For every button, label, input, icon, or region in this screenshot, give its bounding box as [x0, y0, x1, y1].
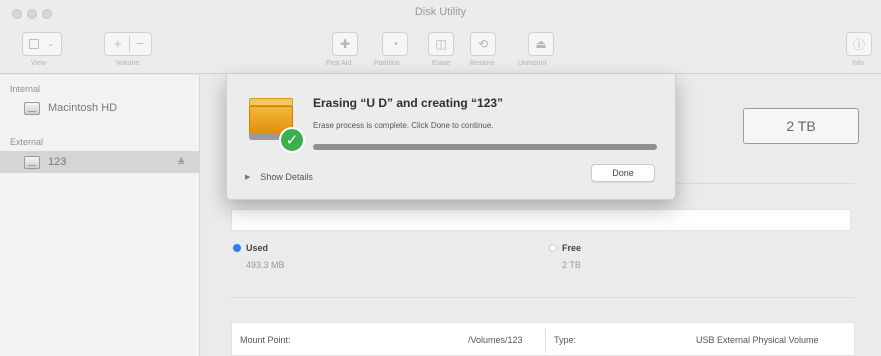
eject-icon: ⏏: [535, 37, 547, 51]
done-button[interactable]: Done: [591, 164, 655, 182]
sidebar-item-123[interactable]: 123 ≜: [0, 151, 199, 173]
sidebar-item-label: Macintosh HD: [48, 102, 118, 114]
pie-icon: ◔: [391, 37, 399, 51]
sidebar-header-external: External: [10, 137, 44, 147]
usage-bar: [231, 209, 851, 231]
window-title: Disk Utility: [414, 6, 467, 18]
mount-point-label: Mount Point:: [240, 335, 291, 345]
free-label: Free: [562, 243, 582, 253]
sidebar-item-label: 123: [48, 156, 67, 168]
divider: [231, 297, 855, 298]
erase-sheet: ✓ Erasing “U D” and creating “123” Erase…: [226, 74, 676, 200]
eject-icon[interactable]: ≜: [177, 157, 185, 168]
disk-icon: [24, 101, 40, 115]
mount-point-value: /Volumes/123: [468, 335, 523, 345]
view-button[interactable]: ⌄: [22, 32, 62, 56]
view-label: View: [31, 60, 47, 67]
stethoscope-icon: ✚: [339, 37, 351, 51]
info-table: Mount Point: /Volumes/123 Type: USB Exte…: [231, 322, 855, 356]
unmount-label: Unmount: [518, 60, 547, 67]
show-details-label: Show Details: [260, 172, 313, 182]
restore-label: Restore: [470, 60, 495, 67]
erase-icon: ◫: [435, 37, 447, 51]
title-bar: Disk Utility: [0, 0, 881, 26]
minus-icon: −: [136, 36, 144, 51]
unmount-button[interactable]: ⏏: [528, 32, 554, 56]
sheet-title: Erasing “U D” and creating “123”: [313, 96, 504, 110]
type-value: USB External Physical Volume: [696, 335, 819, 345]
used-value: 493.3 MB: [246, 260, 285, 270]
toolbar: ⌄ View + − Volume ✚ First Aid ◔ Partitio…: [0, 26, 881, 74]
capacity-box: 2 TB: [743, 108, 859, 144]
sidebar: Internal Macintosh HD External 123 ≜: [0, 75, 200, 356]
checkmark-icon: ✓: [279, 127, 305, 153]
first-aid-button[interactable]: ✚: [332, 32, 358, 56]
plus-icon: +: [114, 36, 122, 51]
divider: [129, 36, 130, 52]
info-label: Info: [852, 60, 864, 67]
disclosure-triangle-icon: ▶: [245, 174, 251, 181]
partition-button[interactable]: ◔: [382, 32, 408, 56]
info-button[interactable]: ⓘ: [846, 32, 872, 56]
sidebar-icon: [29, 39, 39, 49]
free-color-dot: [549, 244, 557, 252]
partition-label: Partition: [374, 60, 400, 67]
type-label: Type:: [554, 335, 577, 345]
sidebar-item-macintosh-hd[interactable]: Macintosh HD: [0, 97, 199, 119]
progress-fill: [313, 144, 657, 150]
erase-label: Erase: [432, 60, 451, 67]
sheet-message: Erase process is complete. Click Done to…: [313, 121, 494, 130]
free-value: 2 TB: [562, 260, 581, 270]
chevron-down-icon: ⌄: [47, 38, 55, 48]
first-aid-label: First Aid: [326, 60, 352, 67]
volume-label: Volume: [116, 60, 140, 67]
show-details-toggle[interactable]: ▶ Show Details: [245, 172, 313, 182]
erase-button[interactable]: ◫: [428, 32, 454, 56]
restore-icon: ⟲: [477, 37, 489, 51]
info-icon: ⓘ: [852, 37, 865, 52]
used-color-dot: [233, 244, 241, 252]
divider: [545, 329, 546, 353]
progress-bar: [313, 144, 657, 150]
drive-top: [249, 98, 293, 106]
disk-icon: [24, 155, 40, 169]
used-label: Used: [246, 243, 269, 253]
volume-add-remove[interactable]: + −: [104, 32, 152, 56]
restore-button[interactable]: ⟲: [470, 32, 496, 56]
sidebar-header-internal: Internal: [10, 84, 41, 94]
